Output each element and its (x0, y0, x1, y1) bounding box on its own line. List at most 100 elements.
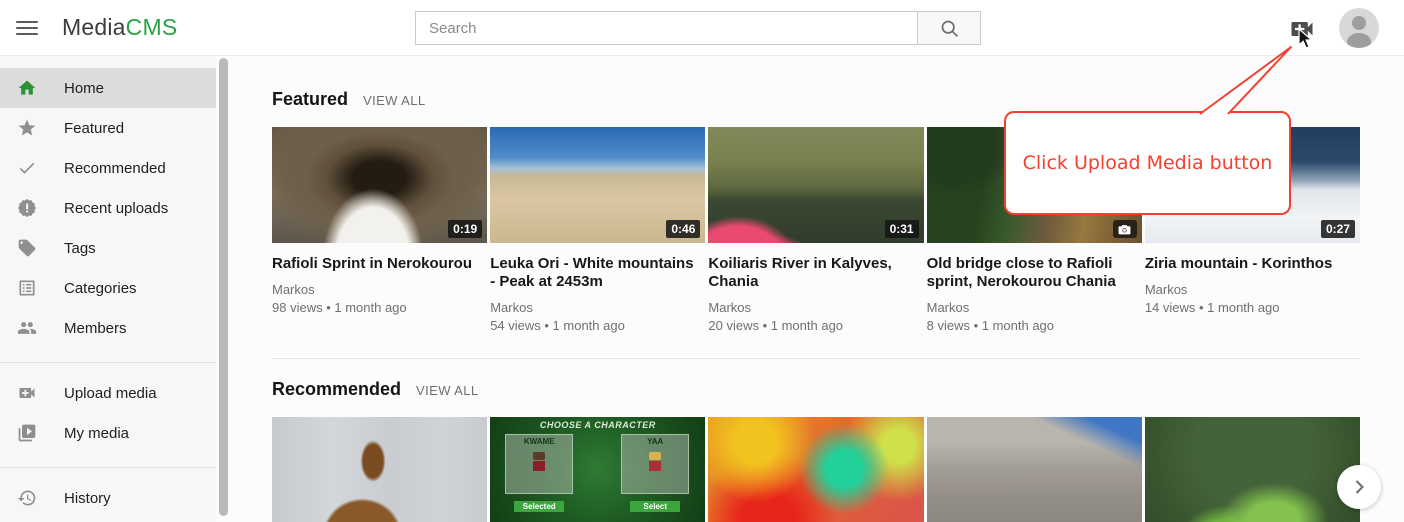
magnifier-icon (939, 18, 960, 39)
section-divider (272, 358, 1360, 359)
duration-badge: 0:31 (885, 220, 919, 238)
featured-section-header: Featured VIEW ALL (272, 89, 1360, 110)
tag-icon (17, 238, 37, 258)
people-icon (17, 318, 37, 338)
thumbnail-game-character (649, 452, 661, 471)
search-input[interactable] (416, 12, 917, 44)
thumbnail-game-heading: CHOOSE A CHARACTER (490, 420, 705, 430)
sidebar-item-featured[interactable]: Featured (0, 108, 216, 148)
duration-badge: 0:27 (1321, 220, 1355, 238)
media-meta: 14 views • 1 month ago (1145, 300, 1360, 315)
sidebar-item-history[interactable]: History (0, 478, 216, 518)
sidebar-scrollbar-thumb[interactable] (219, 58, 228, 516)
thumbnail-game-character (533, 452, 545, 471)
sidebar-item-label: Recent uploads (64, 200, 168, 217)
sidebar-item-my-media[interactable]: My media (0, 413, 216, 453)
sidebar-item-label: Home (64, 80, 104, 97)
sidebar-item-recent-uploads[interactable]: Recent uploads (0, 188, 216, 228)
sidebar-item-label: History (64, 490, 111, 507)
upload-media-button[interactable] (1288, 15, 1316, 43)
media-card: 0:46 Leuka Ori - White mountains - Peak … (490, 127, 705, 333)
media-thumbnail[interactable]: 0:46 (490, 127, 705, 243)
thumbnail-game-panel: YAA (621, 434, 689, 494)
media-author[interactable]: Markos (490, 300, 705, 315)
media-title[interactable]: Rafioli Sprint in Nerokourou (272, 255, 479, 273)
new-releases-icon (17, 198, 37, 218)
media-title[interactable]: Ziria mountain - Korinthos (1145, 255, 1352, 273)
thumbnail-game-button: Select (630, 501, 680, 512)
media-card (1145, 417, 1360, 522)
user-avatar[interactable] (1339, 8, 1379, 48)
sidebar-item-label: Upload media (64, 385, 157, 402)
annotation-tooltip: Click Upload Media button (1004, 111, 1291, 215)
sidebar-item-categories[interactable]: Categories (0, 268, 216, 308)
featured-view-all-link[interactable]: VIEW ALL (363, 93, 425, 108)
media-card (708, 417, 923, 522)
recommended-cards-row: CHOOSE A CHARACTER KWAME YAA Selected Se… (272, 417, 1360, 522)
video-call-icon (1288, 15, 1316, 43)
media-thumbnail[interactable] (927, 417, 1142, 522)
media-meta: 8 views • 1 month ago (927, 318, 1142, 333)
check-icon (17, 158, 37, 178)
section-title: Featured (272, 89, 348, 110)
media-thumbnail[interactable] (708, 417, 923, 522)
media-title[interactable]: Leuka Ori - White mountains - Peak at 24… (490, 255, 697, 291)
media-card: 0:19 Rafioli Sprint in Nerokourou Markos… (272, 127, 487, 333)
sidebar-item-label: Members (64, 320, 127, 337)
sidebar-nav: Home Featured Recommended Recent uploads… (0, 56, 216, 522)
media-title[interactable]: Koiliaris River in Kalyves, Chania (708, 255, 915, 291)
thumbnail-game-name: KWAME (506, 437, 572, 446)
hamburger-menu-icon[interactable] (16, 17, 38, 39)
sidebar-item-upload-media[interactable]: Upload media (0, 373, 216, 413)
sidebar-divider (0, 467, 216, 468)
recommended-view-all-link[interactable]: VIEW ALL (416, 383, 478, 398)
media-thumbnail[interactable] (1145, 417, 1360, 522)
video-call-icon (17, 383, 37, 403)
sidebar-item-members[interactable]: Members (0, 308, 216, 348)
list-icon (17, 278, 37, 298)
thumbnail-game-button: Selected (514, 501, 564, 512)
annotation-tooltip-text: Click Upload Media button (1023, 152, 1273, 174)
sidebar-item-label: Categories (64, 280, 137, 297)
media-thumbnail[interactable] (272, 417, 487, 522)
search-button[interactable] (917, 12, 980, 44)
logo-media-text: Media (62, 14, 126, 40)
sidebar-item-tags[interactable]: Tags (0, 228, 216, 268)
media-card (272, 417, 487, 522)
sidebar-item-label: Recommended (64, 160, 166, 177)
duration-badge: 0:46 (666, 220, 700, 238)
sidebar-item-label: My media (64, 425, 129, 442)
sidebar-item-recommended[interactable]: Recommended (0, 148, 216, 188)
top-bar: MediaCMS (0, 0, 1404, 56)
media-author[interactable]: Markos (927, 300, 1142, 315)
app-logo[interactable]: MediaCMS (62, 14, 177, 41)
media-thumbnail[interactable]: 0:19 (272, 127, 487, 243)
media-author[interactable]: Markos (708, 300, 923, 315)
camera-icon (1118, 224, 1131, 235)
sidebar-item-label: Tags (64, 240, 96, 257)
search-bar (415, 11, 981, 45)
media-author[interactable]: Markos (1145, 282, 1360, 297)
sidebar-item-home[interactable]: Home (0, 68, 216, 108)
media-card: 0:31 Koiliaris River in Kalyves, Chania … (708, 127, 923, 333)
sidebar-divider (0, 362, 216, 363)
carousel-next-button[interactable] (1337, 465, 1381, 509)
media-meta: 98 views • 1 month ago (272, 300, 487, 315)
thumbnail-game-name: YAA (622, 437, 688, 446)
media-thumbnail[interactable]: 0:31 (708, 127, 923, 243)
person-icon (1339, 8, 1379, 48)
history-icon (17, 488, 37, 508)
logo-cms-text: CMS (126, 14, 178, 40)
home-icon (17, 78, 37, 98)
media-card (927, 417, 1142, 522)
thumbnail-game-panel: KWAME (505, 434, 573, 494)
media-title[interactable]: Old bridge close to Rafioli sprint, Nero… (927, 255, 1134, 291)
section-title: Recommended (272, 379, 401, 400)
recommended-section-header: Recommended VIEW ALL (272, 379, 1360, 400)
media-meta: 20 views • 1 month ago (708, 318, 923, 333)
media-author[interactable]: Markos (272, 282, 487, 297)
media-thumbnail[interactable]: CHOOSE A CHARACTER KWAME YAA Selected Se… (490, 417, 705, 522)
star-icon (17, 118, 37, 138)
video-library-icon (17, 423, 37, 443)
image-type-badge (1113, 220, 1137, 238)
